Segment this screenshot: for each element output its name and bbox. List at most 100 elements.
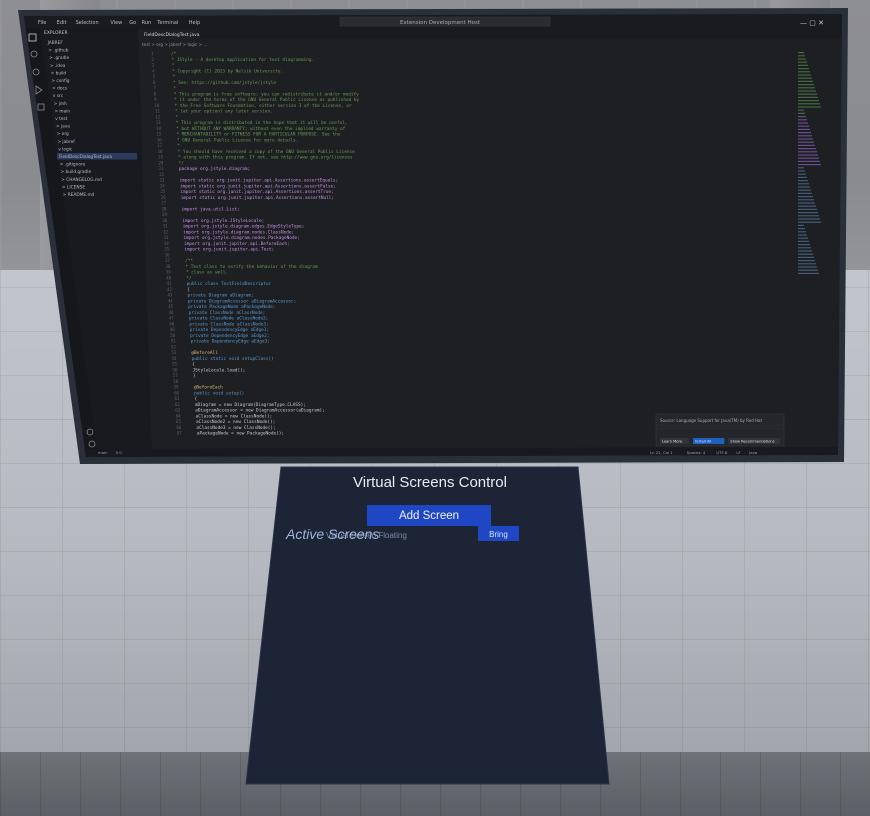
tree-item[interactable]: JABREF <box>47 40 64 46</box>
code-line: public static void setupClass() <box>192 356 274 362</box>
code-line: private DependencyEdge aEdge1; <box>190 327 269 333</box>
menu-item[interactable]: Run <box>142 20 152 26</box>
bring-screen-button[interactable]: Bring <box>478 526 519 541</box>
minimap-line <box>798 260 815 262</box>
tree-item[interactable]: > build.gradle <box>61 169 92 175</box>
menu-item[interactable]: Terminal <box>156 20 178 26</box>
code-line: */ <box>186 275 192 281</box>
code-line: { <box>194 396 197 402</box>
tree-item[interactable]: > jmh <box>54 101 67 107</box>
tree-item[interactable]: > .github <box>48 48 68 54</box>
tree-item[interactable]: FieldDescDialogTest.java <box>59 154 112 160</box>
line-number: 51 <box>171 339 176 344</box>
editor-menu[interactable]: File Edit Selection View Go Run Terminal Help <box>38 20 200 26</box>
breadcrumb[interactable]: test > org > jabref > logic > ... <box>142 42 208 47</box>
status-item[interactable]: 0 0 <box>116 450 123 455</box>
status-item[interactable]: Ln 22, Col 1 <box>650 450 673 455</box>
menu-item[interactable]: Edit <box>57 20 67 26</box>
add-screen-button[interactable]: Add Screen <box>367 505 491 526</box>
line-number: 24 <box>160 183 165 188</box>
line-number: 27 <box>161 201 166 206</box>
notification-buttons[interactable]: Learn More Install All Show Recommendation… <box>660 438 781 444</box>
tree-item[interactable]: > .gradle <box>49 55 69 61</box>
tree-item[interactable]: > .gitignore <box>60 162 86 168</box>
status-item[interactable]: Spaces: 4 <box>687 450 706 455</box>
minimap-line <box>798 244 810 246</box>
minimap-line <box>798 256 814 258</box>
code-line: import static org.junit.jupiter.api.Asse… <box>180 183 336 189</box>
menu-item[interactable]: Selection <box>76 20 99 26</box>
minimap-line <box>798 272 819 274</box>
code-line: package org.jstyle.diagram; <box>179 166 250 172</box>
minimap-line <box>798 240 809 242</box>
minimap-line <box>798 170 805 172</box>
minimap-line <box>798 160 820 162</box>
minimap-line <box>798 154 818 156</box>
minimap-line <box>798 167 804 169</box>
tree-item[interactable]: > config <box>51 78 69 84</box>
virtual-monitor[interactable]: File Edit Selection View Go Run Terminal Help E… <box>0 0 870 470</box>
line-number: 56 <box>173 367 178 372</box>
minimap-line <box>798 199 814 201</box>
code-line: JStyleLocale.load(); <box>193 367 246 373</box>
status-item[interactable]: main <box>98 450 108 455</box>
line-number: 64 <box>176 413 181 418</box>
code-line: import static org.junit.jupiter.api.Asse… <box>180 178 339 184</box>
notification-text: Source: Language Support for Java(TM) by… <box>660 418 762 423</box>
line-number: 22 <box>159 172 164 177</box>
line-number: 43 <box>167 293 172 298</box>
code-line: * <box>175 114 178 120</box>
minimap-line <box>798 212 818 214</box>
tree-item[interactable]: > docs <box>52 86 68 92</box>
explorer-title: EXPLORER <box>44 30 68 36</box>
code-line: /** <box>185 258 193 264</box>
tree-item[interactable]: > main <box>54 108 70 114</box>
tree-item[interactable]: v test <box>55 116 67 122</box>
status-item[interactable]: Java <box>748 450 757 455</box>
menu-item[interactable]: View <box>110 20 122 26</box>
status-item[interactable]: UTF-8 <box>716 450 728 455</box>
line-number: 33 <box>164 235 169 240</box>
tree-item[interactable]: v src <box>53 93 64 99</box>
tree-item[interactable]: v logic <box>58 146 73 152</box>
line-number: 45 <box>168 304 173 309</box>
code-line: * the Free Software Foundation, either v… <box>175 103 352 109</box>
code-line: @BeforeAll <box>191 350 218 356</box>
code-line: * <box>173 86 176 92</box>
status-item[interactable]: LF <box>736 450 740 455</box>
minimap-line <box>798 119 807 121</box>
line-number: 13 <box>156 120 161 125</box>
tree-item[interactable]: > build <box>51 70 67 76</box>
tree-item[interactable]: > java <box>56 124 70 130</box>
line-number: 38 <box>165 264 170 269</box>
tree-item[interactable]: > .idea <box>50 63 66 69</box>
code-line: import org.junit.jupiter.api.Test; <box>184 247 274 253</box>
code-line: private DiagramAccessor aDiagramAccessor… <box>188 298 296 304</box>
minimap-line <box>798 263 816 265</box>
minimap-line <box>798 122 808 124</box>
line-number: 11 <box>155 109 160 114</box>
line-number: 41 <box>167 281 172 286</box>
line-number: 48 <box>169 321 174 326</box>
tree-item[interactable]: > org <box>57 131 69 137</box>
minimap-line <box>798 234 807 236</box>
line-number: 19 <box>158 155 163 160</box>
tree-item[interactable]: > LICENSE <box>62 184 85 190</box>
menu-item[interactable]: File <box>38 20 46 26</box>
line-number: 23 <box>160 178 165 183</box>
menu-item[interactable]: Go <box>129 20 136 26</box>
minimap-line <box>798 58 806 60</box>
line-number: 20 <box>158 160 163 165</box>
menu-item[interactable]: Help <box>189 20 200 26</box>
line-number: 65 <box>176 419 181 424</box>
tree-item[interactable]: > jabref <box>57 139 75 145</box>
line-number: 49 <box>170 327 175 332</box>
line-number: 15 <box>156 132 161 137</box>
line-number: 34 <box>164 241 169 246</box>
code-line: import org.jstyle.diagram.edges.EdgeStyl… <box>183 224 305 230</box>
tree-item[interactable]: > CHANGELOG.md <box>61 177 102 183</box>
virtual-monitor-svg[interactable]: File Edit Selection View Go Run Terminal Help E… <box>0 0 870 470</box>
code-line: aClassNode = new ClassNode(); <box>196 413 273 419</box>
tree-item[interactable]: > README.md <box>63 192 95 198</box>
window-controls-icon[interactable]: — ▢ ✕ <box>800 19 824 27</box>
